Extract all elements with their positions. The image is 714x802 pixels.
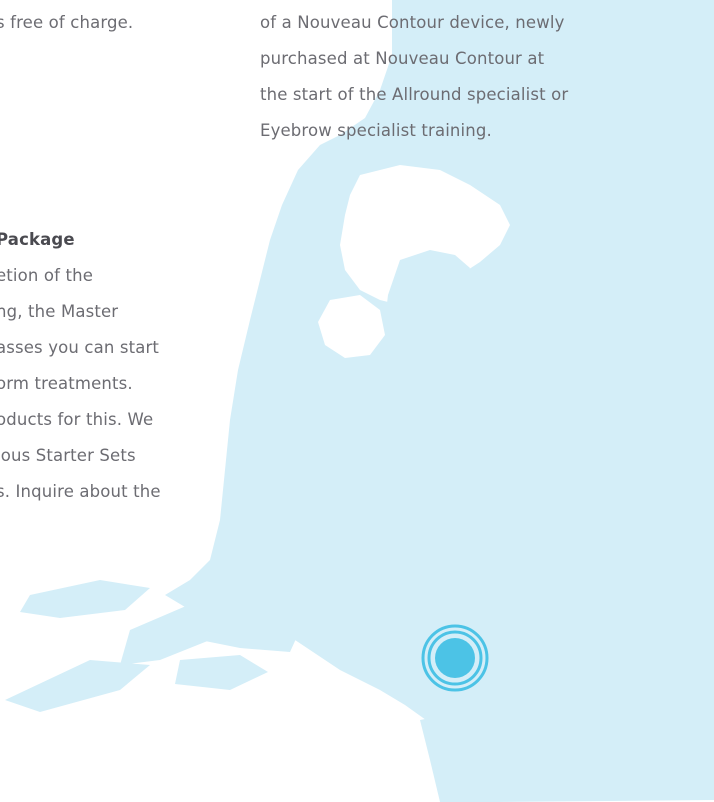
package-line-2: ng, the Master <box>0 302 119 321</box>
package-line-3: asses you can start <box>0 338 160 357</box>
right-line-2: purchased at Nouveau Contour at <box>260 49 545 68</box>
package-heading: Package <box>0 230 75 249</box>
right-line-4: Eyebrow specialist training. <box>260 121 492 140</box>
package-line-7: s. Inquire about the <box>0 482 161 501</box>
package-line-1: etion of the <box>0 266 94 285</box>
right-column-paragraph: of a Nouveau Contour device, newly purch… <box>260 5 568 149</box>
map-island-3 <box>175 655 268 690</box>
package-line-4: orm treatments. <box>0 374 133 393</box>
package-line-5: oducts for this. We <box>0 410 154 429</box>
package-line-6: ious Starter Sets <box>0 446 136 465</box>
left-top-fragment: s free of charge. <box>0 13 134 32</box>
right-line-1: of a Nouveau Contour device, newly <box>260 13 565 32</box>
map-island-4 <box>20 580 150 618</box>
map-island-5 <box>5 660 150 712</box>
right-line-3: the start of the Allround specialist or <box>260 85 569 104</box>
package-section: Package etion of the ng, the Master asse… <box>0 222 161 510</box>
left-column-top-text: s free of charge. <box>0 5 133 41</box>
